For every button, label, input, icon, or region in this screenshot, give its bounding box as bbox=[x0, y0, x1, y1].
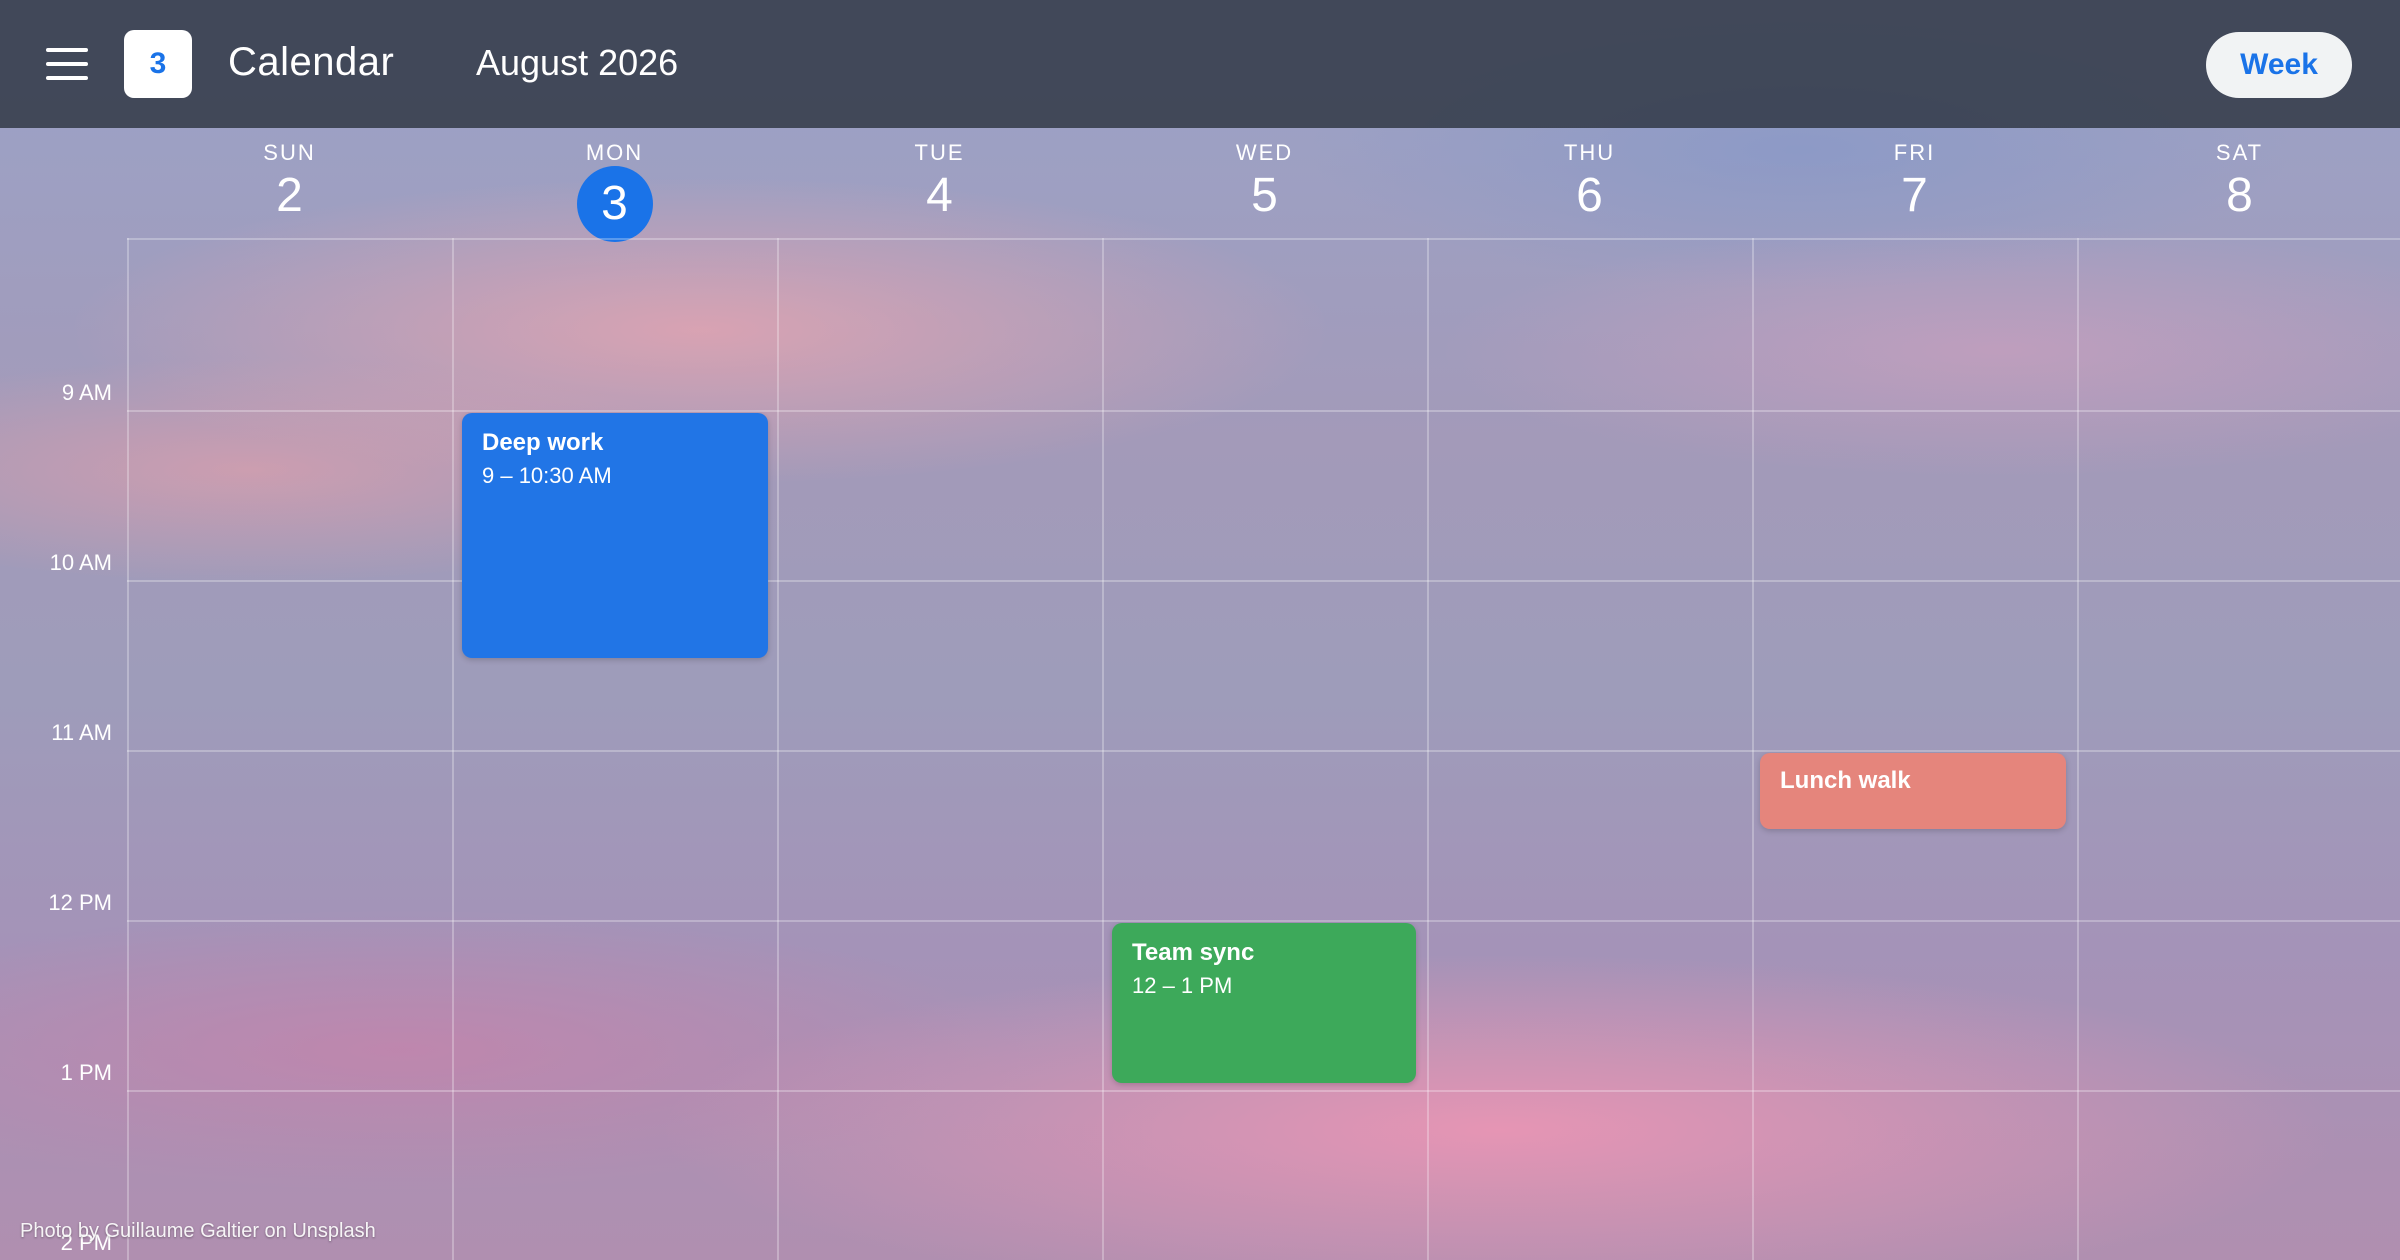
day-header-thu[interactable]: THU 6 bbox=[1427, 140, 1752, 244]
day-number: 8 bbox=[2226, 169, 2253, 222]
grid-day-line bbox=[127, 238, 129, 1260]
event-time: 12 – 1 PM bbox=[1132, 973, 1233, 998]
day-number: 5 bbox=[1251, 169, 1278, 222]
event-title: Lunch walk bbox=[1780, 767, 1911, 794]
event-time: 9 – 10:30 AM bbox=[482, 463, 612, 488]
day-name: TUE bbox=[914, 140, 965, 165]
day-number: 7 bbox=[1901, 169, 1928, 222]
grid-day-line bbox=[2077, 238, 2079, 1260]
view-switcher-button[interactable]: Week bbox=[2206, 32, 2352, 98]
event-team-sync[interactable]: Team sync 12 – 1 PM bbox=[1112, 923, 1416, 1083]
time-label-10am: 10 AM bbox=[49, 550, 112, 575]
day-header-mon[interactable]: MON 3 bbox=[452, 140, 777, 242]
day-name: SUN bbox=[263, 140, 316, 165]
day-header-wed[interactable]: WED 5 bbox=[1102, 140, 1427, 244]
time-label-12pm: 12 PM bbox=[48, 890, 112, 915]
event-deep-work[interactable]: Deep work 9 – 10:30 AM bbox=[462, 413, 768, 658]
time-label-9am: 9 AM bbox=[61, 380, 112, 405]
event-lunch-walk[interactable]: Lunch walk bbox=[1760, 753, 2066, 829]
day-header-sun[interactable]: SUN 2 bbox=[127, 140, 452, 244]
day-number: 4 bbox=[926, 169, 953, 222]
calendar-logo-icon[interactable]: 3 bbox=[124, 30, 192, 98]
top-bar: 3 Calendar August 2026 Week bbox=[0, 0, 2400, 128]
day-name: MON bbox=[585, 140, 644, 165]
hamburger-menu-icon[interactable] bbox=[46, 48, 88, 80]
photo-credit[interactable]: Photo by Guillaume Galtier on Unsplash bbox=[20, 1220, 376, 1243]
month-title: August 2026 bbox=[476, 42, 679, 83]
grid-day-line bbox=[1102, 238, 1104, 1260]
today-day-number: 3 bbox=[576, 166, 653, 242]
day-number: 6 bbox=[1576, 169, 1603, 222]
grid-hour-line bbox=[127, 238, 2400, 240]
day-header-tue[interactable]: TUE 4 bbox=[777, 140, 1102, 244]
grid-hour-line bbox=[127, 750, 2400, 752]
day-header-sat[interactable]: SAT 8 bbox=[2077, 140, 2400, 244]
grid-day-line bbox=[1752, 238, 1754, 1260]
event-title: Deep work bbox=[482, 429, 604, 456]
grid-day-line bbox=[777, 238, 779, 1260]
day-name: SAT bbox=[2215, 140, 2264, 165]
day-name: THU bbox=[1563, 140, 1616, 165]
week-grid[interactable] bbox=[127, 238, 2400, 1260]
grid-hour-line bbox=[127, 1090, 2400, 1092]
grid-day-line bbox=[1427, 238, 1429, 1260]
day-name: FRI bbox=[1893, 140, 1936, 165]
grid-hour-line bbox=[127, 920, 2400, 922]
day-header-fri[interactable]: FRI 7 bbox=[1752, 140, 2077, 244]
day-number: 2 bbox=[276, 169, 303, 222]
time-label-11am: 11 AM bbox=[51, 720, 112, 745]
calendar-app: 3 Calendar August 2026 Week SUN 2 MON 3 … bbox=[0, 0, 2400, 1260]
time-label-1pm: 1 PM bbox=[60, 1060, 112, 1085]
grid-hour-line bbox=[127, 410, 2400, 412]
event-title: Team sync bbox=[1132, 939, 1255, 966]
app-title: Calendar bbox=[228, 40, 395, 84]
day-name: WED bbox=[1235, 140, 1294, 165]
grid-day-line bbox=[452, 238, 454, 1260]
